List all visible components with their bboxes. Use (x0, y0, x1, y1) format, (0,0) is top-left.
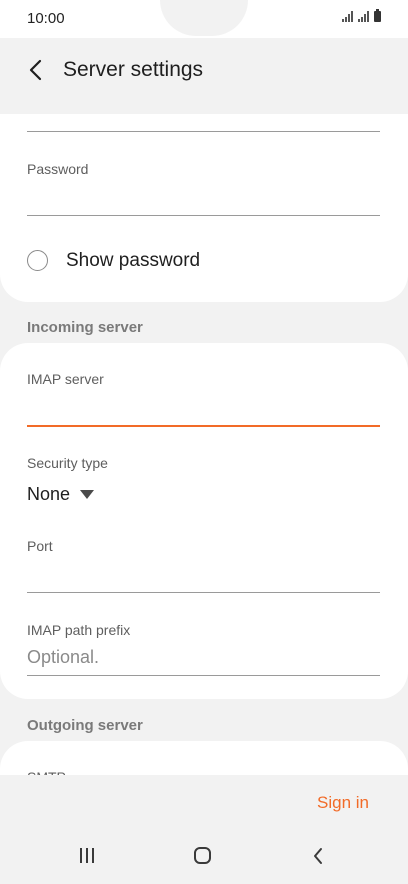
imap-path-prefix-label: IMAP path prefix (27, 622, 131, 638)
page-title: Server settings (63, 58, 204, 81)
security-type-value: None (27, 484, 71, 504)
port-label: Port (27, 538, 53, 554)
show-password-radio[interactable] (27, 250, 48, 271)
port-field[interactable] (27, 563, 380, 591)
system-icons (342, 9, 381, 22)
recent-apps-icon[interactable] (80, 848, 94, 863)
imap-path-prefix-underline (27, 675, 380, 676)
dropdown-triangle-icon (80, 490, 95, 499)
home-icon[interactable] (194, 847, 211, 864)
security-type-dropdown[interactable]: None (27, 484, 95, 505)
incoming-server-heading: Incoming server (27, 319, 143, 336)
imap-server-underline-active (27, 425, 380, 427)
password-field[interactable] (27, 186, 380, 214)
nav-back-icon[interactable] (310, 845, 326, 867)
password-underline (27, 215, 380, 216)
security-type-label: Security type (27, 455, 108, 471)
imap-server-label: IMAP server (27, 371, 104, 387)
previous-field-underline (27, 131, 380, 132)
camera-notch (160, 0, 248, 36)
account-card: Password Show password (0, 114, 408, 302)
battery-icon (374, 9, 381, 22)
imap-path-prefix-field[interactable]: Optional. (27, 647, 99, 668)
back-arrow-icon[interactable] (24, 56, 48, 84)
outgoing-server-heading: Outgoing server (27, 717, 143, 734)
incoming-server-card: IMAP server Security type None Port IMAP… (0, 343, 408, 699)
navigation-bar (0, 830, 408, 884)
signal-icon (342, 11, 353, 22)
status-time: 10:00 (27, 10, 65, 27)
show-password-label[interactable]: Show password (66, 250, 200, 272)
imap-server-field[interactable] (27, 395, 380, 423)
password-label: Password (27, 161, 89, 177)
status-bar: 10:00 (0, 0, 408, 38)
sign-in-button[interactable]: Sign in (317, 793, 369, 813)
app-header: Server settings (0, 38, 408, 114)
port-underline (27, 592, 380, 593)
signal-icon (358, 11, 369, 22)
bottom-action-bar: Sign in (0, 775, 408, 830)
